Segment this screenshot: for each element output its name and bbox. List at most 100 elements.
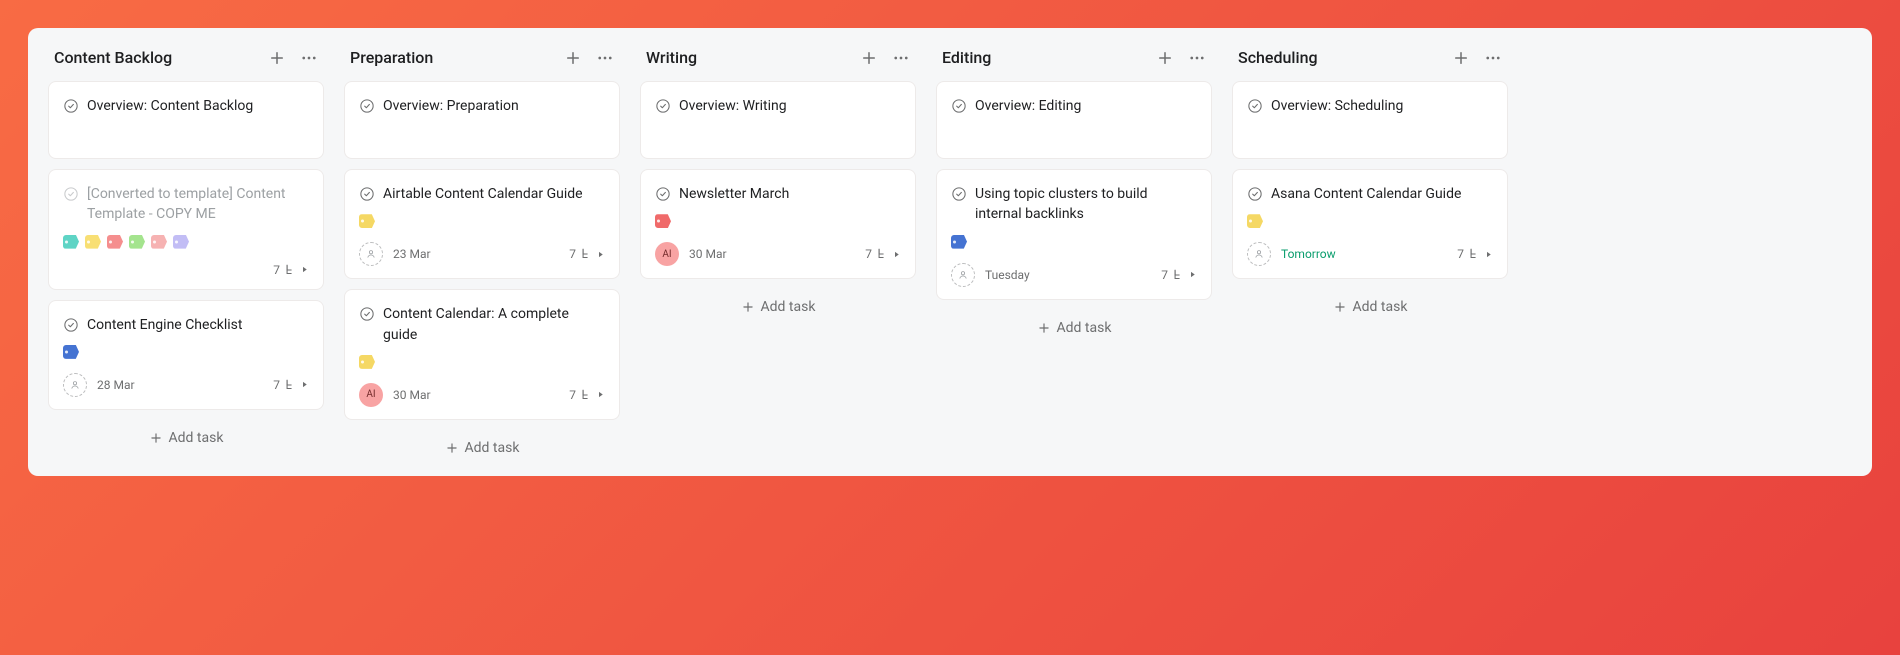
- task-card[interactable]: Newsletter MarchAI30 Mar 7: [640, 169, 916, 279]
- card-title: Overview: Scheduling: [1271, 96, 1403, 116]
- task-card[interactable]: Overview: Scheduling: [1232, 81, 1508, 159]
- due-date: 30 Mar: [393, 388, 431, 402]
- task-card[interactable]: Overview: Writing: [640, 81, 916, 159]
- due-date: 28 Mar: [97, 378, 135, 392]
- add-task-button[interactable]: Add task: [640, 289, 916, 321]
- complete-check-icon[interactable]: [1247, 186, 1263, 202]
- complete-check-icon[interactable]: [359, 306, 375, 322]
- column-header: Scheduling: [1232, 48, 1508, 81]
- add-task-button[interactable]: Add task: [936, 310, 1212, 342]
- column-header: Writing: [640, 48, 916, 81]
- add-card-button[interactable]: [1156, 49, 1174, 67]
- subtask-indicator[interactable]: 7: [273, 263, 309, 277]
- complete-check-icon[interactable]: [1247, 98, 1263, 114]
- complete-check-icon[interactable]: [63, 317, 79, 333]
- card-footer: 23 Mar 7: [359, 242, 605, 266]
- complete-check-icon[interactable]: [63, 186, 79, 202]
- card-footer: Tuesday 7: [951, 263, 1197, 287]
- add-card-button[interactable]: [268, 49, 286, 67]
- plus-icon: [149, 431, 163, 445]
- assignee-placeholder[interactable]: [951, 263, 975, 287]
- add-task-button[interactable]: Add task: [1232, 289, 1508, 321]
- tag-row: [359, 214, 605, 228]
- add-card-button[interactable]: [860, 49, 878, 67]
- column-header: Preparation: [344, 48, 620, 81]
- column-menu-button[interactable]: [1188, 49, 1206, 67]
- plus-icon: [741, 300, 755, 314]
- subtask-count: 7: [569, 388, 576, 402]
- assignee-avatar[interactable]: AI: [359, 383, 383, 407]
- assignee-placeholder[interactable]: [63, 373, 87, 397]
- add-task-label: Add task: [465, 440, 520, 456]
- card-footer: Tomorrow 7: [1247, 242, 1493, 266]
- assignee-avatar[interactable]: AI: [655, 242, 679, 266]
- add-card-button[interactable]: [1452, 49, 1470, 67]
- task-card[interactable]: Asana Content Calendar GuideTomorrow 7: [1232, 169, 1508, 279]
- complete-check-icon[interactable]: [359, 186, 375, 202]
- subtask-icon: [579, 388, 593, 402]
- subtask-count: 7: [865, 247, 872, 261]
- task-card[interactable]: Overview: Preparation: [344, 81, 620, 159]
- tag-row: [1247, 214, 1493, 228]
- subtask-count: 7: [273, 263, 280, 277]
- tag-icon: [1247, 214, 1263, 228]
- tag-icon: [85, 235, 101, 249]
- board-column: Content Backlog Overview: Content Backlo…: [38, 48, 334, 452]
- task-card[interactable]: Overview: Editing: [936, 81, 1212, 159]
- column-menu-button[interactable]: [892, 49, 910, 67]
- complete-check-icon[interactable]: [359, 98, 375, 114]
- tag-icon: [655, 214, 671, 228]
- subtask-icon: [875, 247, 889, 261]
- tag-icon: [129, 235, 145, 249]
- task-card[interactable]: Content Engine Checklist28 Mar 7: [48, 300, 324, 410]
- complete-check-icon[interactable]: [655, 186, 671, 202]
- subtask-indicator[interactable]: 7: [569, 247, 605, 261]
- kanban-board: Content Backlog Overview: Content Backlo…: [28, 28, 1872, 476]
- plus-icon: [1333, 300, 1347, 314]
- complete-check-icon[interactable]: [951, 98, 967, 114]
- column-actions: [1156, 49, 1206, 67]
- due-date: 30 Mar: [689, 247, 727, 261]
- subtask-icon: [1467, 247, 1481, 261]
- task-card[interactable]: Airtable Content Calendar Guide23 Mar 7: [344, 169, 620, 279]
- subtask-indicator[interactable]: 7: [865, 247, 901, 261]
- column-actions: [860, 49, 910, 67]
- column-menu-button[interactable]: [596, 49, 614, 67]
- card-title: Overview: Writing: [679, 96, 787, 116]
- tag-row: [951, 235, 1197, 249]
- subtask-indicator[interactable]: 7: [1457, 247, 1493, 261]
- column-actions: [564, 49, 614, 67]
- tag-icon: [359, 355, 375, 369]
- plus-icon: [445, 441, 459, 455]
- chevron-right-icon: [596, 390, 605, 399]
- add-task-button[interactable]: Add task: [48, 420, 324, 452]
- complete-check-icon[interactable]: [951, 186, 967, 202]
- card-title: Using topic clusters to build internal b…: [975, 184, 1197, 225]
- chevron-right-icon: [596, 250, 605, 259]
- add-task-label: Add task: [169, 430, 224, 446]
- chevron-right-icon: [1484, 250, 1493, 259]
- add-task-button[interactable]: Add task: [344, 430, 620, 462]
- card-footer: 7: [63, 263, 309, 277]
- task-card[interactable]: [Converted to template] Content Template…: [48, 169, 324, 290]
- subtask-indicator[interactable]: 7: [569, 388, 605, 402]
- assignee-placeholder[interactable]: [1247, 242, 1271, 266]
- column-header: Content Backlog: [48, 48, 324, 81]
- column-menu-button[interactable]: [1484, 49, 1502, 67]
- column-menu-button[interactable]: [300, 49, 318, 67]
- card-title: Overview: Preparation: [383, 96, 519, 116]
- card-title: Content Calendar: A complete guide: [383, 304, 605, 345]
- chevron-right-icon: [1188, 270, 1197, 279]
- complete-check-icon[interactable]: [655, 98, 671, 114]
- task-card[interactable]: Content Calendar: A complete guide AI 30 M…: [344, 289, 620, 420]
- subtask-indicator[interactable]: 7: [1161, 268, 1197, 282]
- assignee-placeholder[interactable]: [359, 242, 383, 266]
- add-card-button[interactable]: [564, 49, 582, 67]
- task-card[interactable]: Overview: Content Backlog: [48, 81, 324, 159]
- complete-check-icon[interactable]: [63, 98, 79, 114]
- column-title: Content Backlog: [54, 48, 268, 67]
- subtask-indicator[interactable]: 7: [273, 378, 309, 392]
- task-card[interactable]: Using topic clusters to build internal b…: [936, 169, 1212, 300]
- tag-icon: [951, 235, 967, 249]
- tag-icon: [173, 235, 189, 249]
